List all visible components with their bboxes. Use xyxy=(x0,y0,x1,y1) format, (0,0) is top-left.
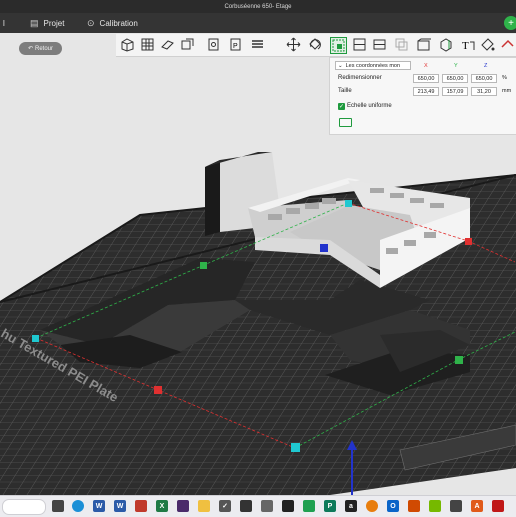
scale-x-field[interactable]: 650,00 xyxy=(413,74,439,83)
back-button[interactable]: ↶ Retour xyxy=(19,42,62,55)
coord-system-value: Les coordonnées mon xyxy=(345,62,401,69)
measure-icon[interactable] xyxy=(500,37,515,52)
handle-front-bottom xyxy=(291,443,300,452)
mail-icon[interactable] xyxy=(240,500,252,512)
split-icon[interactable] xyxy=(352,37,367,52)
tower-front xyxy=(205,160,220,236)
handle-left xyxy=(200,262,207,269)
top-toolbar: P T xyxy=(116,34,516,57)
nvidia-icon[interactable] xyxy=(429,500,441,512)
size-unit: mm xyxy=(502,88,512,94)
arrange-icon[interactable] xyxy=(160,37,175,52)
acrobat-icon[interactable] xyxy=(492,500,504,512)
menu-left-glyph[interactable]: l xyxy=(3,13,5,33)
project-icon: ▤ xyxy=(30,17,39,28)
paint-icon[interactable] xyxy=(480,37,495,52)
reset-scale-icon[interactable] xyxy=(339,118,352,127)
outlook-icon[interactable]: O xyxy=(387,500,399,512)
axis-y-label: Y xyxy=(454,63,458,69)
uniform-scale-label: Echelle uniforme xyxy=(347,103,392,109)
handle-right-top xyxy=(465,238,472,245)
size-x-field[interactable]: 213,49 xyxy=(413,87,439,96)
handle-top xyxy=(345,200,352,207)
terminal-icon[interactable] xyxy=(282,500,294,512)
axis-x-label: X xyxy=(424,63,428,69)
text-icon[interactable]: T xyxy=(460,37,475,52)
back-arrow-icon: ↶ xyxy=(27,46,33,52)
scale-panel: ⌄ Les coordonnées mon X Y Z Redimensionn… xyxy=(329,57,516,135)
slice-status-icon[interactable]: + xyxy=(504,16,516,30)
check-app-icon[interactable]: ✓ xyxy=(219,500,231,512)
taskbar: W W X ✓ P a O A xyxy=(0,495,516,517)
taskbar-search-input[interactable] xyxy=(2,499,46,515)
boolean-icon[interactable] xyxy=(394,37,409,52)
menu-bar: l ▤ Projet ⊙ Calibration + xyxy=(0,13,516,33)
menu-calibration[interactable]: ⊙ Calibration xyxy=(87,13,138,33)
calibration-icon: ⊙ xyxy=(87,17,95,28)
uniform-scale-checkbox[interactable]: ✓ xyxy=(338,103,345,110)
office-icon[interactable] xyxy=(408,500,420,512)
edge-icon[interactable] xyxy=(72,500,84,512)
chevron-down-icon: ⌄ xyxy=(338,62,343,69)
handle-corner-left xyxy=(32,335,39,342)
size-row-label: Taille xyxy=(338,88,352,94)
handle-front-red xyxy=(154,386,162,394)
rotate-icon[interactable] xyxy=(308,37,323,52)
menu-calibration-label: Calibration xyxy=(99,18,138,28)
plate-p-icon[interactable]: P xyxy=(228,37,243,52)
zbrush-icon[interactable] xyxy=(450,500,462,512)
size-z-field[interactable]: 31,20 xyxy=(471,87,497,96)
back-button-label: Retour xyxy=(35,45,54,52)
scale-z-field[interactable]: 650,00 xyxy=(471,74,497,83)
add-cube-icon[interactable] xyxy=(120,37,135,52)
seam-icon[interactable] xyxy=(438,37,453,52)
axis-z-label: Z xyxy=(484,63,488,69)
publisher-icon[interactable]: P xyxy=(324,500,336,512)
app-orange-icon[interactable]: A xyxy=(471,500,483,512)
word-doc-icon[interactable]: W xyxy=(114,500,126,512)
notes-icon[interactable] xyxy=(261,500,273,512)
coord-system-select[interactable]: ⌄ Les coordonnées mon xyxy=(335,61,411,70)
orient-icon[interactable] xyxy=(180,37,195,52)
svg-text:T: T xyxy=(462,40,469,52)
word-icon[interactable]: W xyxy=(93,500,105,512)
handle-front-right xyxy=(455,356,463,364)
size-y-field[interactable]: 157,09 xyxy=(442,87,468,96)
app-red-icon[interactable] xyxy=(135,500,147,512)
window-title: Corbuséenne 650- Etage xyxy=(224,3,292,10)
menu-projet[interactable]: ▤ Projet xyxy=(30,13,64,33)
scale-unit: % xyxy=(502,75,507,81)
menu-projet-label: Projet xyxy=(43,18,65,28)
excel-icon[interactable]: X xyxy=(156,500,168,512)
xd-icon[interactable] xyxy=(177,500,189,512)
scale-y-field[interactable]: 650,00 xyxy=(442,74,468,83)
move-icon[interactable] xyxy=(286,37,301,52)
title-bar: Corbuséenne 650- Etage xyxy=(0,0,516,13)
layers-icon[interactable] xyxy=(250,37,265,52)
scale-icon[interactable] xyxy=(330,37,347,54)
support-icon[interactable] xyxy=(416,37,431,52)
folder-icon[interactable] xyxy=(198,500,210,512)
blender-icon[interactable] xyxy=(366,500,378,512)
file-explorer-icon[interactable] xyxy=(52,500,64,512)
photoshop-icon[interactable] xyxy=(303,500,315,512)
grid-icon[interactable] xyxy=(140,37,155,52)
plate-icon[interactable] xyxy=(206,37,221,52)
amazon-icon[interactable]: a xyxy=(345,500,357,512)
scale-row-label: Redimensionner xyxy=(338,75,382,81)
handle-center xyxy=(320,244,328,252)
cut-icon[interactable] xyxy=(372,37,387,52)
svg-text:P: P xyxy=(233,43,238,50)
